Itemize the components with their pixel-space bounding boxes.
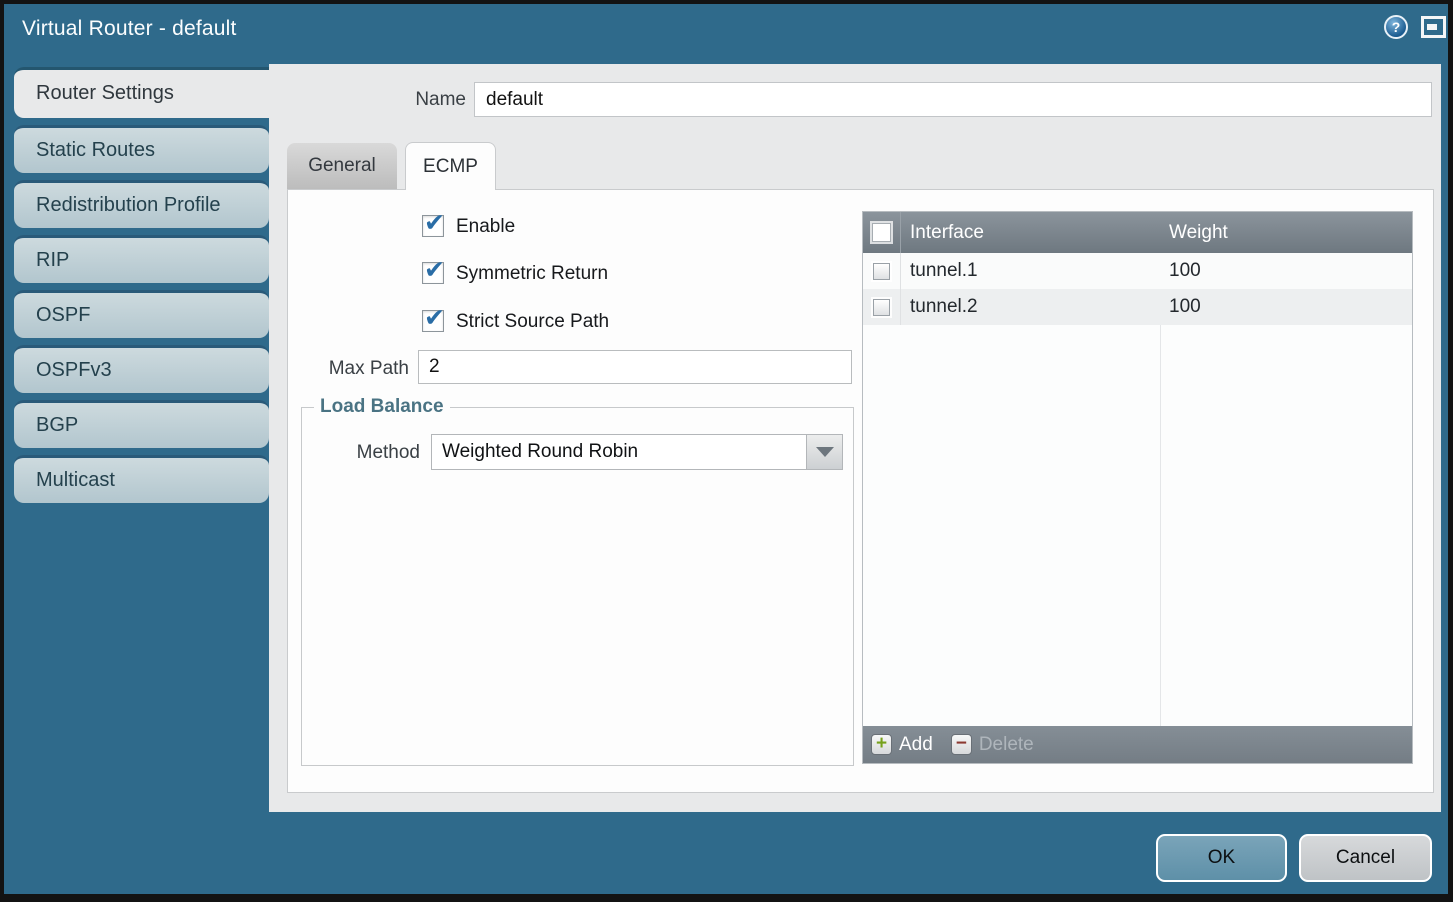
checkmark-icon: ✔ [424, 208, 445, 237]
ok-button[interactable]: OK [1156, 834, 1287, 882]
tab-ecmp[interactable]: ECMP [405, 142, 496, 190]
dialog-chrome: Virtual Router - default ? Router Settin… [4, 4, 1448, 894]
restore-window-icon[interactable] [1421, 16, 1446, 38]
column-divider [1160, 325, 1161, 726]
method-value: Weighted Round Robin [432, 441, 806, 463]
enable-label: Enable [456, 216, 515, 238]
method-dropdown[interactable]: Weighted Round Robin [431, 434, 843, 470]
table-row[interactable]: tunnel.2 100 [863, 289, 1412, 325]
weight-column-header: Weight [1160, 222, 1412, 244]
symmetric-return-label: Symmetric Return [456, 263, 608, 285]
weight-cell[interactable]: 100 [1160, 260, 1412, 282]
row-select-cell [863, 289, 901, 325]
table-header-row: Interface Weight [863, 212, 1412, 253]
sidebar-item-rip[interactable]: RIP [14, 235, 269, 283]
row-checkbox[interactable] [873, 299, 890, 316]
select-all-cell [863, 212, 901, 253]
symmetric-return-checkbox[interactable]: ✔ [422, 262, 444, 284]
virtual-router-dialog: Virtual Router - default ? Router Settin… [0, 0, 1453, 902]
minus-icon: − [951, 734, 972, 755]
checkmark-icon: ✔ [424, 255, 445, 284]
table-row[interactable]: tunnel.1 100 [863, 253, 1412, 289]
help-icon[interactable]: ? [1384, 15, 1408, 39]
dropdown-button[interactable] [806, 435, 842, 469]
row-select-cell [863, 253, 901, 289]
plus-icon: + [871, 734, 892, 755]
add-button[interactable]: + Add [871, 734, 933, 756]
method-label: Method [304, 442, 420, 464]
enable-checkbox[interactable]: ✔ [422, 215, 444, 237]
name-input[interactable] [474, 82, 1432, 117]
sidebar-item-router-settings[interactable]: Router Settings [14, 67, 269, 118]
table-empty-area [863, 325, 1412, 726]
select-all-checkbox[interactable] [872, 223, 891, 242]
strict-source-path-checkbox[interactable]: ✔ [422, 310, 444, 332]
sidebar-item-static-routes[interactable]: Static Routes [14, 125, 269, 173]
max-path-input[interactable] [418, 350, 852, 384]
delete-button[interactable]: − Delete [951, 734, 1034, 756]
row-checkbox[interactable] [873, 263, 890, 280]
checkmark-icon: ✔ [424, 303, 445, 332]
interface-cell[interactable]: tunnel.2 [901, 296, 1160, 318]
interface-cell[interactable]: tunnel.1 [901, 260, 1160, 282]
table-toolbar: + Add − Delete [863, 726, 1412, 763]
interface-table: Interface Weight tunnel.1 100 tunnel.2 1… [862, 211, 1413, 764]
name-label: Name [284, 89, 466, 111]
max-path-label: Max Path [294, 358, 409, 380]
sidebar-item-ospf[interactable]: OSPF [14, 290, 269, 338]
dialog-title: Virtual Router - default [22, 17, 237, 41]
sidebar-item-multicast[interactable]: Multicast [14, 455, 269, 503]
chevron-down-icon [816, 447, 834, 457]
sidebar-item-redistribution-profile[interactable]: Redistribution Profile [14, 180, 269, 228]
cancel-button[interactable]: Cancel [1299, 834, 1432, 882]
tab-general[interactable]: General [287, 143, 397, 189]
weight-cell[interactable]: 100 [1160, 296, 1412, 318]
interface-column-header: Interface [901, 222, 1160, 244]
sidebar-item-ospfv3[interactable]: OSPFv3 [14, 345, 269, 393]
sidebar-item-bgp[interactable]: BGP [14, 400, 269, 448]
load-balance-legend: Load Balance [314, 396, 450, 418]
strict-source-path-label: Strict Source Path [456, 311, 609, 333]
